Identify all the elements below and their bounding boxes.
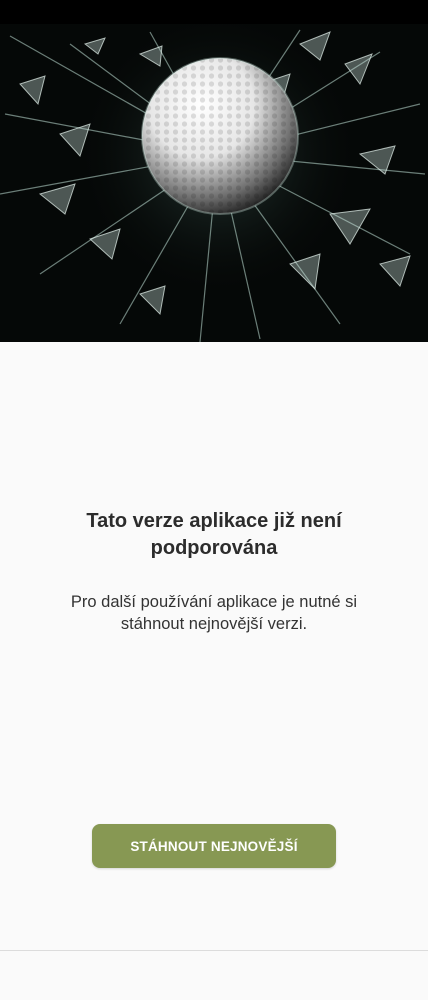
golf-ball-breaking-glass-illustration [0,24,428,342]
description-text: Pro další používání aplikace je nutné si… [70,593,358,633]
navigation-bar [0,951,428,1000]
update-required-screen: Tato verze aplikace již není podporována… [0,0,428,1000]
download-latest-button[interactable]: STÁHNOUT NEJNOVĚJŠÍ [92,824,336,868]
hero-image [0,24,428,342]
status-bar [0,0,428,24]
message-panel: Tato verze aplikace již není podporována… [0,342,428,950]
page-title: Tato verze aplikace již není podporována [86,510,342,559]
